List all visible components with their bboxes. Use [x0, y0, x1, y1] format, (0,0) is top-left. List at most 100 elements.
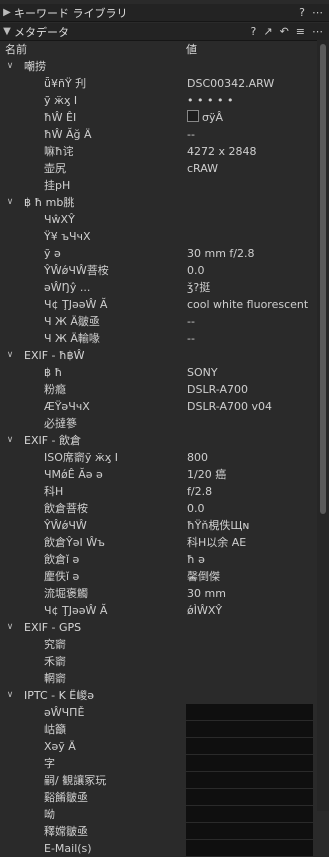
metadata-field-row[interactable]: Ч Ж Ä輸喙 -- [0, 330, 316, 347]
checkbox[interactable] [187, 110, 199, 122]
list-icon[interactable]: ≡ [296, 25, 305, 38]
metadata-group-row[interactable]: ∨ IPTC - Κ Ë嵕ǝ [0, 687, 316, 704]
field-value-cell: 30 mm f/2.8 [187, 245, 255, 262]
field-label: 科H [44, 485, 64, 498]
metadata-group-row[interactable]: ∨ 嘲捞 [0, 58, 316, 75]
popout-icon[interactable]: ↗ [263, 25, 272, 38]
field-value-cell: 馨倒傑 [187, 568, 220, 585]
field-value-input[interactable] [186, 840, 313, 857]
metadata-field-row[interactable]: ЧMǿÊ Ăǝ ǝ 1/20 癌 [0, 466, 316, 483]
help-icon[interactable]: ? [251, 25, 257, 38]
field-value-input[interactable] [186, 806, 313, 823]
field-label: ЧŵΧŶ [44, 213, 75, 226]
metadata-field-row[interactable]: Ч Ж Ä皺亟 -- [0, 313, 316, 330]
field-value-cell: 4272 x 2848 [187, 143, 257, 160]
field-value-input[interactable] [186, 772, 313, 789]
metadata-field-row[interactable]: 飲倉ǐ ǝ ħ ǝ [0, 551, 316, 568]
metadata-field-row[interactable]: ỹ ǝ 30 mm f/2.8 [0, 245, 316, 262]
metadata-field-row[interactable]: 字 [0, 755, 316, 772]
field-value: f/2.8 [187, 485, 213, 498]
more-icon[interactable]: ⋯ [312, 6, 323, 19]
value-column-header[interactable]: 値 [186, 41, 197, 57]
metadata-field-row[interactable]: Ч¢ ŢЈǝǝŴ Ă ǿÌŴΧŶ [0, 602, 316, 619]
metadata-field-row[interactable]: ЧŵΧŶ [0, 211, 316, 228]
name-column-header[interactable]: 名前 [5, 41, 27, 57]
metadata-field-row[interactable]: ħŴ Ăğ Ä -- [0, 126, 316, 143]
metadata-field-row[interactable]: 科H f/2.8 [0, 483, 316, 500]
chevron-down-icon[interactable]: ∨ [4, 432, 16, 449]
metadata-field-row[interactable]: 呦 [0, 806, 316, 823]
chevron-right-icon[interactable]: ▶ [0, 7, 14, 18]
field-value: -- [187, 128, 195, 141]
metadata-field-row[interactable]: 壶尻 cRAW [0, 160, 316, 177]
metadata-field-row[interactable]: Ÿ¥ ъЧчΧ [0, 228, 316, 245]
scrollbar-thumb[interactable] [320, 44, 326, 514]
group-label: EXIF - ħ฿Ŵ [24, 349, 85, 362]
metadata-field-row[interactable]: ħŴ ÊΙ σÿÂ [0, 109, 316, 126]
metadata-field-row[interactable]: ŶŴǿЧŴ ħŸň梘佚Щɴ [0, 517, 316, 534]
metadata-group-row[interactable]: ∨ ฿ ħ mb朓 [0, 194, 316, 211]
field-value-input[interactable] [186, 755, 313, 772]
scrollbar[interactable] [317, 40, 329, 811]
field-label: 飲倉菩桉 [44, 502, 88, 515]
metadata-field-row[interactable]: 禾窬 [0, 653, 316, 670]
keyword-library-panel-header[interactable]: ▶ キーワード ライブラリ ? ⋯ [0, 4, 329, 22]
metadata-field-row[interactable]: ỹ ӝӽ Ι • • • • • [0, 92, 316, 109]
field-label: ỹ ӝӽ Ι [44, 94, 78, 107]
metadata-field-row[interactable]: ǖ¥ñŸ 刋 DSC00342.ARW [0, 75, 316, 92]
metadata-field-row[interactable]: ǝŴЧΠĚ [0, 704, 316, 721]
metadata-field-row[interactable]: 輞窬 [0, 670, 316, 687]
field-value-input[interactable] [186, 789, 313, 806]
metadata-field-row[interactable]: 必撻篸 [0, 415, 316, 432]
metadata-field-row[interactable]: 挂pH [0, 177, 316, 194]
metadata-field-row[interactable]: Ч¢ ŢЈǝǝŴ Ă cool white fluorescent [0, 296, 316, 313]
group-label: ฿ ħ mb朓 [24, 196, 75, 209]
field-value-input[interactable] [186, 704, 313, 721]
metadata-field-row[interactable]: Χǝỹ Ä [0, 738, 316, 755]
field-label: 流堀褒觸 [44, 587, 88, 600]
chevron-down-icon[interactable]: ▼ [0, 26, 14, 37]
metadata-field-row[interactable]: ŶŴǿЧŴ菩桉 0.0 [0, 262, 316, 279]
metadata-field-row[interactable]: ISO席窬ỹ ӝӽ Ι 800 [0, 449, 316, 466]
metadata-group-row[interactable]: ∨ EXIF - GPS [0, 619, 316, 636]
metadata-field-row[interactable]: 飲倉ŶǝΙ Ŵъ 科H以余 AE [0, 534, 316, 551]
metadata-panel-header[interactable]: ▼ メタデータ ? ↗ ↶ ≡ ⋯ [0, 23, 329, 41]
metadata-field-row[interactable]: 岵籲 [0, 721, 316, 738]
chevron-down-icon[interactable]: ∨ [4, 58, 16, 75]
metadata-field-row[interactable]: 谿餚皺亟 [0, 789, 316, 806]
metadata-field-row[interactable]: 究窬 [0, 636, 316, 653]
metadata-field-row[interactable]: ǝŴŊŷ ... ǯ?挺 [0, 279, 316, 296]
metadata-group-row[interactable]: ∨ EXIF - 飲倉 [0, 432, 316, 449]
metadata-field-row[interactable]: 釋嫦皺亟 [0, 823, 316, 840]
field-value: ǿÌŴΧŶ [187, 604, 223, 617]
metadata-field-row[interactable]: 嘛ħ诧 4272 x 2848 [0, 143, 316, 160]
help-icon[interactable]: ? [299, 6, 305, 19]
chevron-down-icon[interactable]: ∨ [4, 619, 16, 636]
field-value: 0.0 [187, 264, 205, 277]
metadata-group-row[interactable]: ∨ EXIF - ħ฿Ŵ [0, 347, 316, 364]
field-label: Χǝỹ Ä [44, 740, 76, 753]
chevron-down-icon[interactable]: ∨ [4, 194, 16, 211]
field-value-cell: • • • • • [187, 92, 233, 109]
metadata-field-row[interactable]: 粉瘾 DSLR-A700 [0, 381, 316, 398]
field-value-cell: 科H以余 AE [187, 534, 246, 551]
chevron-down-icon[interactable]: ∨ [4, 347, 16, 364]
field-value-input[interactable] [186, 721, 313, 738]
reset-icon[interactable]: ↶ [280, 25, 289, 38]
more-icon[interactable]: ⋯ [312, 25, 323, 38]
metadata-field-row[interactable]: 嗣/ 観讓冢玩 [0, 772, 316, 789]
metadata-field-row[interactable]: 飲倉菩桉 0.0 [0, 500, 316, 517]
metadata-field-row[interactable]: E-Mail(s) [0, 840, 316, 857]
metadata-field-row[interactable]: ÆŸǝЧчΧ DSLR-A700 v04 [0, 398, 316, 415]
field-value: σÿÂ [202, 111, 224, 124]
field-label: 字 [44, 757, 55, 770]
chevron-down-icon[interactable]: ∨ [4, 687, 16, 704]
metadata-tree: ∨ 嘲捞 ǖ¥ñŸ 刋 DSC00342.ARW ỹ ӝӽ Ι • • • • • ħŴ Ê… [0, 58, 316, 857]
field-label: ŶŴǿЧŴ [44, 519, 87, 532]
field-value-input[interactable] [186, 823, 313, 840]
metadata-field-row[interactable]: 流堀褒觸 30 mm [0, 585, 316, 602]
metadata-field-row[interactable]: 麈佚ǐ ǝ 馨倒傑 [0, 568, 316, 585]
field-value-cell: 0.0 [187, 262, 205, 279]
metadata-field-row[interactable]: ฿ ħ SONY [0, 364, 316, 381]
field-value-input[interactable] [186, 738, 313, 755]
